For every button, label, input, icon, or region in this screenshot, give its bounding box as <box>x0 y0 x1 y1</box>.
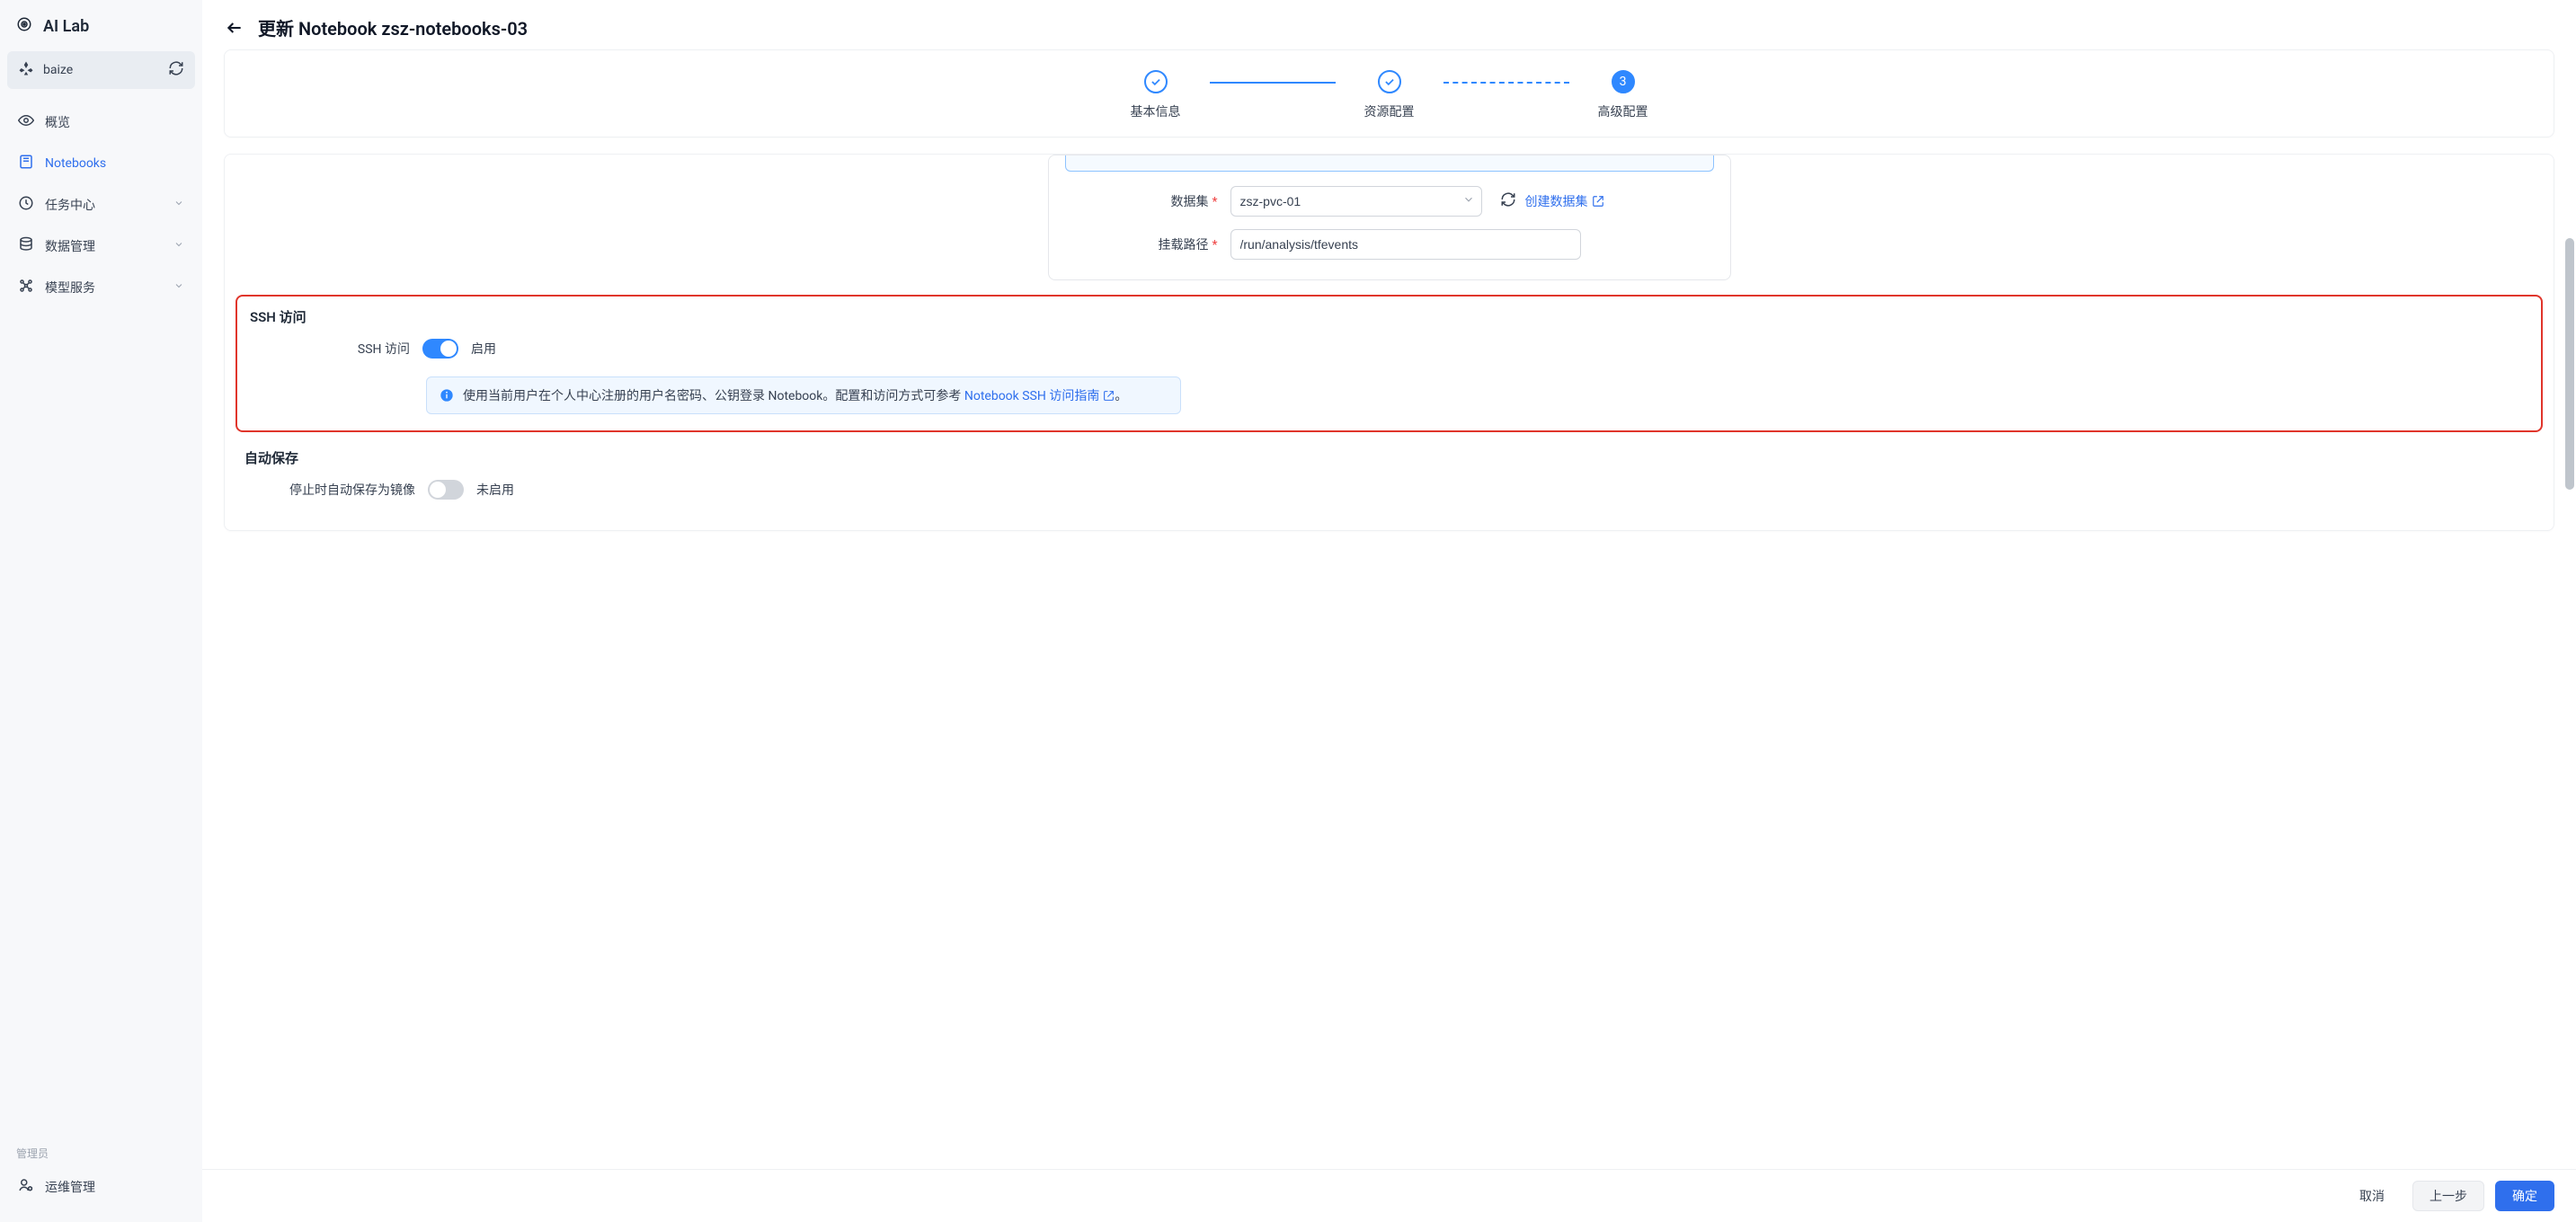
step-connector <box>1443 82 1569 84</box>
step-connector <box>1210 82 1336 84</box>
mount-path-input[interactable] <box>1230 229 1581 260</box>
sidebar-item-label: 运维管理 <box>45 1178 95 1196</box>
step-done-icon <box>1144 70 1168 93</box>
page-title: 更新 Notebook zsz-notebooks-03 <box>258 14 528 40</box>
back-button[interactable] <box>224 17 245 39</box>
steps: 基本信息 资源配置 3 高级配置 <box>246 70 2532 120</box>
topbar: 更新 Notebook zsz-notebooks-03 <box>202 0 2576 49</box>
ssh-toggle-state: 启用 <box>471 340 496 358</box>
dataset-select[interactable] <box>1230 186 1482 217</box>
mount-path-label: 挂载路径* <box>1065 235 1218 253</box>
chevron-down-icon <box>173 239 184 253</box>
sidebar-item-label: Notebooks <box>45 156 106 171</box>
database-icon <box>18 236 34 256</box>
ssh-toggle-label: SSH 访问 <box>257 340 410 358</box>
tasks-icon <box>18 195 34 215</box>
step-done-icon <box>1378 70 1401 93</box>
sidebar-item-ops[interactable]: 运维管理 <box>7 1166 195 1208</box>
step-label: 高级配置 <box>1598 102 1648 120</box>
autosave-toggle[interactable] <box>428 480 464 500</box>
sidebar-item-label: 概览 <box>45 113 70 131</box>
dataset-row-actions: 创建数据集 <box>1500 191 1604 211</box>
autosave-toggle-state: 未启用 <box>476 481 514 499</box>
prev-step-button[interactable]: 上一步 <box>2412 1181 2484 1211</box>
ssh-info-text: 使用当前用户在个人中心注册的用户名密码、公钥登录 Notebook。配置和访问方… <box>463 386 1127 404</box>
ops-icon <box>18 1177 34 1197</box>
brand-logo-icon <box>16 16 32 37</box>
namespace-refresh-icon[interactable] <box>168 60 184 80</box>
brand-name: AI Lab <box>43 17 89 36</box>
sidebar: AI Lab baize 概览 Notebooks 任务中心 <box>0 0 202 1222</box>
app-root: AI Lab baize 概览 Notebooks 任务中心 <box>0 0 2576 1222</box>
ssh-toggle-row: SSH 访问 启用 <box>237 333 2541 364</box>
step-resource-config[interactable]: 资源配置 <box>1336 70 1443 120</box>
model-icon <box>18 278 34 297</box>
namespace-icon <box>18 60 34 80</box>
mount-path-row: 挂载路径* <box>1065 229 1714 260</box>
sidebar-item-tasks[interactable]: 任务中心 <box>7 184 195 226</box>
ssh-guide-link[interactable]: Notebook SSH 访问指南 <box>964 386 1115 404</box>
refresh-icon[interactable] <box>1500 191 1516 211</box>
chevron-down-icon <box>173 198 184 212</box>
sidebar-item-overview[interactable]: 概览 <box>7 102 195 143</box>
create-dataset-link-text: 创建数据集 <box>1525 192 1588 210</box>
step-label: 基本信息 <box>1131 102 1181 120</box>
submit-button[interactable]: 确定 <box>2495 1181 2554 1211</box>
sidebar-item-data[interactable]: 数据管理 <box>7 226 195 267</box>
eye-icon <box>18 112 34 132</box>
sidebar-item-label: 模型服务 <box>45 279 95 297</box>
step-label: 资源配置 <box>1364 102 1415 120</box>
sidebar-menu: 概览 Notebooks 任务中心 数据管理 模型服务 <box>0 96 202 314</box>
step-basic-info[interactable]: 基本信息 <box>1102 70 1210 120</box>
ssh-info-banner: 使用当前用户在个人中心注册的用户名密码、公钥登录 Notebook。配置和访问方… <box>426 376 1181 414</box>
dataset-row: 数据集* 创建数据集 <box>1065 186 1714 217</box>
namespace-selector[interactable]: baize <box>7 51 195 89</box>
main: 更新 Notebook zsz-notebooks-03 基本信息 <box>202 0 2576 1222</box>
autosave-toggle-row: 停止时自动保存为镜像 未启用 <box>225 474 2554 505</box>
autosave-toggle-label: 停止时自动保存为镜像 <box>244 481 415 499</box>
info-icon <box>440 388 454 403</box>
sidebar-item-label: 数据管理 <box>45 237 95 255</box>
sidebar-section-admin: 管理员 <box>0 1135 202 1161</box>
content[interactable]: 基本信息 资源配置 3 高级配置 <box>202 49 2576 1169</box>
cancel-button[interactable]: 取消 <box>2342 1181 2402 1211</box>
notebook-icon <box>18 154 34 173</box>
dataset-select-value[interactable] <box>1230 186 1482 217</box>
partial-group-box: 数据集* 创建数据集 <box>1048 155 1731 280</box>
autosave-section-title: 自动保存 <box>225 432 2554 474</box>
chevron-down-icon <box>173 280 184 295</box>
sidebar-item-notebooks[interactable]: Notebooks <box>7 143 195 184</box>
ssh-section: SSH 访问 SSH 访问 启用 使用当前用户在个人中心注册的用户名密码、公钥登 <box>235 295 2543 432</box>
step-advanced-config[interactable]: 3 高级配置 <box>1569 70 1677 120</box>
sidebar-item-model[interactable]: 模型服务 <box>7 267 195 308</box>
ssh-section-title: SSH 访问 <box>237 297 2541 333</box>
truncated-info-banner <box>1065 155 1714 172</box>
sidebar-bottom-menu: 运维管理 <box>0 1161 202 1222</box>
external-link-icon <box>1592 195 1604 208</box>
content-scroll-wrap: 基本信息 资源配置 3 高级配置 <box>202 49 2576 1169</box>
form-card: 数据集* 创建数据集 <box>224 154 2554 531</box>
dataset-label: 数据集* <box>1065 192 1218 210</box>
external-link-icon <box>1103 390 1115 402</box>
sidebar-item-label: 任务中心 <box>45 196 95 214</box>
step-current-number: 3 <box>1612 70 1635 93</box>
namespace-name: baize <box>43 63 73 77</box>
mount-path-input-wrap <box>1230 229 1581 260</box>
steps-card: 基本信息 资源配置 3 高级配置 <box>224 49 2554 137</box>
footer: 取消 上一步 确定 <box>202 1169 2576 1222</box>
brand: AI Lab <box>0 0 202 51</box>
ssh-toggle[interactable] <box>422 339 458 359</box>
scrollbar-thumb[interactable] <box>2565 238 2574 490</box>
create-dataset-link[interactable]: 创建数据集 <box>1525 192 1604 210</box>
